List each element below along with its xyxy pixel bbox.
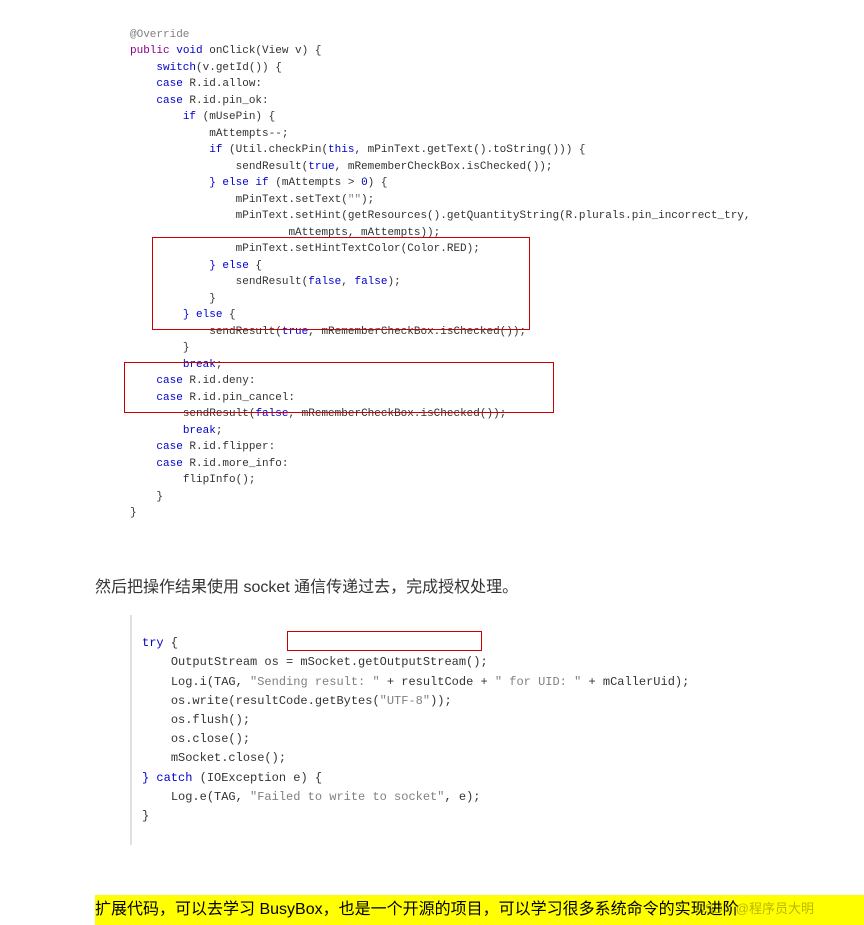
code-text: } — [183, 342, 190, 354]
code-text: ); — [387, 276, 400, 288]
keyword-break: break — [183, 359, 216, 371]
code-text: mPinText.setHintTextColor(Color.RED); — [236, 243, 480, 255]
code-text: , mRememberCheckBox.isChecked()); — [335, 161, 553, 173]
code-text: (mAttempts > — [269, 177, 361, 189]
highlight-box-getoutputstream — [287, 631, 482, 651]
keyword-false: false — [354, 276, 387, 288]
keyword-case: case — [156, 95, 182, 107]
code-text: sendResult( — [183, 408, 256, 420]
keyword-true: true — [308, 161, 334, 173]
keyword-true: true — [282, 326, 308, 338]
code-text: { — [222, 309, 235, 321]
code-text: R.id.allow: — [183, 78, 262, 90]
code-text: R.id.flipper: — [183, 441, 275, 453]
string: "Failed to write to socket" — [250, 790, 444, 804]
string: "" — [348, 194, 361, 206]
string: " for UID: " — [495, 675, 581, 689]
code-text: ; — [216, 425, 223, 437]
csdn-watermark: CSDN @程序员大明 — [695, 898, 814, 917]
keyword-try: try — [142, 636, 164, 650]
number: 0 — [361, 177, 368, 189]
string: "UTF-8" — [380, 694, 430, 708]
code-text: mPinText.setHint(getResources().getQuant… — [236, 210, 751, 222]
keyword-case: case — [156, 458, 182, 470]
code-text: } — [156, 491, 163, 503]
keyword-switch: switch — [156, 62, 196, 74]
keyword-false: false — [255, 408, 288, 420]
keyword-else: } else — [209, 260, 249, 272]
code-text: Log.i(TAG, — [171, 675, 250, 689]
keyword-void: void — [176, 45, 202, 57]
keyword-else: } else — [183, 309, 223, 321]
code-text: { — [249, 260, 262, 272]
string: "Sending result: " — [250, 675, 380, 689]
code-block-onclick: @Override public void onClick(View v) { … — [130, 10, 864, 555]
keyword-case: case — [156, 392, 182, 404]
keyword-if: if — [183, 111, 196, 123]
code-text: os.flush(); — [171, 713, 250, 727]
keyword-else-if: } else if — [209, 177, 268, 189]
keyword-catch: } catch — [142, 771, 192, 785]
code-text: ); — [361, 194, 374, 206]
code-text: R.id.deny: — [183, 375, 256, 387]
code-text: , mPinText.getText().toString())) { — [354, 144, 585, 156]
keyword-public: public — [130, 45, 170, 57]
code-text: R.id.pin_cancel: — [183, 392, 295, 404]
keyword-this: this — [328, 144, 354, 156]
code-text: Log.e(TAG, — [171, 790, 250, 804]
code-text: R.id.more_info: — [183, 458, 289, 470]
code-text: mAttempts--; — [209, 128, 288, 140]
code-text: R.id.pin_ok: — [183, 95, 269, 107]
code-text: OutputStream os = mSocket.getOutputStrea… — [171, 655, 488, 669]
code-text: } — [142, 809, 149, 823]
code-text: os.write(resultCode.getBytes( — [171, 694, 380, 708]
code-text: ; — [216, 359, 223, 371]
code-text: } — [209, 293, 216, 305]
keyword-false: false — [308, 276, 341, 288]
code-text: sendResult( — [236, 161, 309, 173]
code-text: , e); — [444, 790, 480, 804]
code-text: os.close(); — [171, 732, 250, 746]
code-text: + mCallerUid); — [581, 675, 689, 689]
code-text: sendResult( — [236, 276, 309, 288]
code-text: } — [130, 507, 137, 519]
keyword-case: case — [156, 441, 182, 453]
code-text: { — [164, 636, 178, 650]
code-text: mPinText.setText( — [236, 194, 348, 206]
code-text: , mRememberCheckBox.isChecked()); — [308, 326, 526, 338]
code-text: mSocket.close(); — [171, 751, 286, 765]
code-text: onClick(View v) { — [203, 45, 322, 57]
code-text: mAttempts, mAttempts)); — [288, 227, 440, 239]
code-text: + resultCode + — [380, 675, 495, 689]
code-text: , — [341, 276, 354, 288]
annotation: @Override — [130, 29, 189, 41]
code-block-socket: try { OutputStream os = mSocket.getOutpu… — [130, 615, 864, 845]
keyword-break: break — [183, 425, 216, 437]
code-text: flipInfo(); — [183, 474, 256, 486]
keyword-case: case — [156, 375, 182, 387]
code-text: (v.getId()) { — [196, 62, 282, 74]
code-text: )); — [430, 694, 452, 708]
paragraph-socket-description: 然后把操作结果使用 socket 通信传递过去，完成授权处理。 — [95, 575, 864, 601]
code-text: (Util.checkPin( — [222, 144, 328, 156]
code-text: (mUsePin) { — [196, 111, 275, 123]
code-text: ) { — [368, 177, 388, 189]
code-text: sendResult( — [209, 326, 282, 338]
code-text: (IOException e) { — [192, 771, 322, 785]
keyword-case: case — [156, 78, 182, 90]
code-text: , mRememberCheckBox.isChecked()); — [288, 408, 506, 420]
keyword-if: if — [209, 144, 222, 156]
